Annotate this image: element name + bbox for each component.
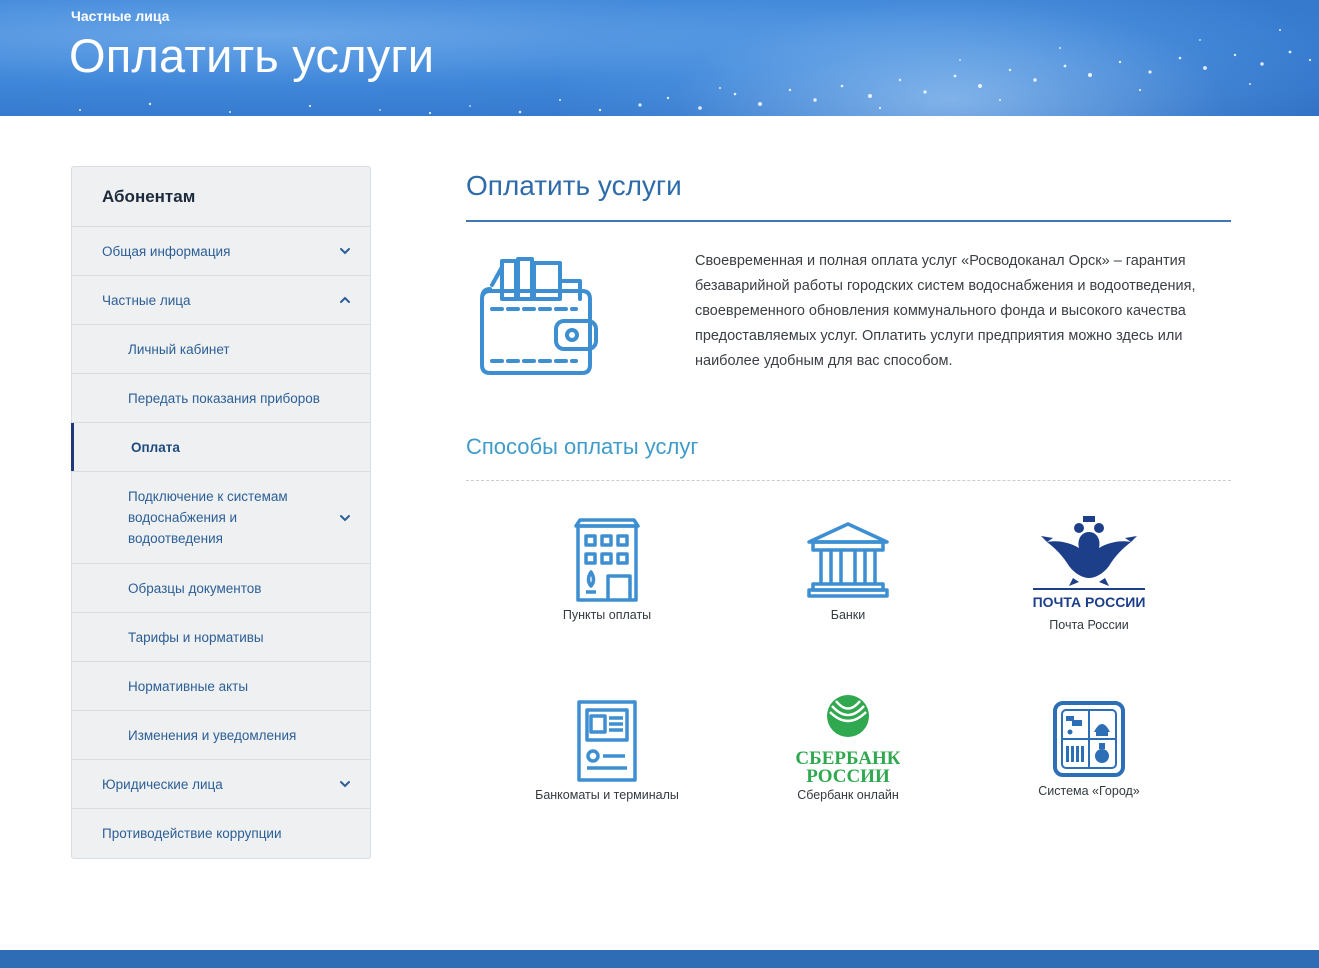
method-payment-points[interactable]: Пункты оплаты [507,516,707,622]
chevron-down-icon[interactable] [338,511,352,525]
russian-post-logo-text: ПОЧТА РОССИИ [1033,594,1145,610]
method-label: Пункты оплаты [562,608,652,622]
chevron-down-icon[interactable] [338,244,352,258]
method-banks[interactable]: Банки [748,520,948,622]
page-banner: Частные лица Оплатить услуги [0,0,1319,116]
sidebar-item-individuals[interactable]: Частные лица [72,276,370,325]
sidebar-item-label: Образцы документов [128,580,262,596]
sberbank-logo-text-2: РОССИИ [806,766,890,786]
sidebar-heading: Абонентам [72,167,370,227]
atm-icon [577,700,637,782]
payment-methods-title: Способы оплаты услуг [466,434,699,459]
intro-text: Своевременная и полная оплата услуг «Рос… [695,253,1196,369]
sidebar-item-general-info[interactable]: Общая информация [72,227,370,276]
sidebar-item-legal-entities[interactable]: Юридические лица [72,760,370,809]
sidebar-item-regulatory-acts[interactable]: Нормативные акты [72,662,370,711]
sidebar-item-label: Оплата [131,439,180,455]
sidebar-item-meter-readings[interactable]: Передать показания приборов [72,374,370,423]
bank-icon [807,522,889,598]
chevron-up-icon[interactable] [338,293,352,307]
sidebar-item-label: Тарифы и нормативы [128,629,264,645]
sidebar-item-label: Общая информация [102,243,231,259]
sidebar-item-label: Личный кабинет [128,341,230,357]
sidebar-item-label: Подключение к системам водоснабжения и в… [128,489,288,546]
section-divider [466,220,1231,222]
sidebar-item-connection[interactable]: Подключение к системам водоснабжения и в… [72,472,370,564]
method-atms-terminals[interactable]: Банкоматы и терминалы [507,698,707,802]
footer-bar [0,950,1319,968]
sidebar-item-label: Юридические лица [102,776,223,792]
sberbank-logo: СБЕРБАНК РОССИИ [796,695,900,786]
breadcrumb[interactable]: Частные лица [71,8,169,24]
sidebar-item-label: Изменения и уведомления [128,727,297,743]
sidebar-item-label: Нормативные акты [128,678,249,694]
sidebar-item-personal-account[interactable]: Личный кабинет [72,325,370,374]
sidebar-item-anti-corruption[interactable]: Противодействие коррупции [72,809,370,858]
method-label: Банкоматы и терминалы [535,788,679,802]
method-label: Почта России [1049,618,1129,632]
chevron-down-icon[interactable] [338,777,352,791]
method-gorod-system[interactable]: Система «Город» [989,700,1189,798]
sidebar-nav: Абонентам Общая информация Частные лица … [71,166,371,859]
sidebar-item-changes-notices[interactable]: Изменения и уведомления [72,711,370,760]
payment-methods-divider [466,480,1231,481]
russian-post-logo: ПОЧТА РОССИИ [1033,516,1145,610]
method-label: Сбербанк онлайн [797,788,899,802]
sidebar-item-label: Противодействие коррупции [102,826,282,841]
building-icon [574,518,640,602]
method-russian-post[interactable]: ПОЧТА РОССИИ Почта России [989,514,1189,632]
method-label: Банки [830,608,866,622]
method-sberbank-online[interactable]: СБЕРБАНК РОССИИ Сбербанк онлайн [748,694,948,802]
method-label: Система «Город» [1038,784,1140,798]
gorod-system-icon [1053,701,1125,777]
sidebar-item-payment[interactable]: Оплата [71,423,370,472]
page-title: Оплатить услуги [69,29,435,82]
sidebar-item-document-samples[interactable]: Образцы документов [72,564,370,613]
sidebar-item-label: Частные лица [102,292,191,308]
section-title: Оплатить услуги [466,170,682,201]
sidebar-item-label: Передать показания приборов [128,390,320,406]
wallet-icon [480,257,598,375]
sidebar-item-tariffs[interactable]: Тарифы и нормативы [72,613,370,662]
